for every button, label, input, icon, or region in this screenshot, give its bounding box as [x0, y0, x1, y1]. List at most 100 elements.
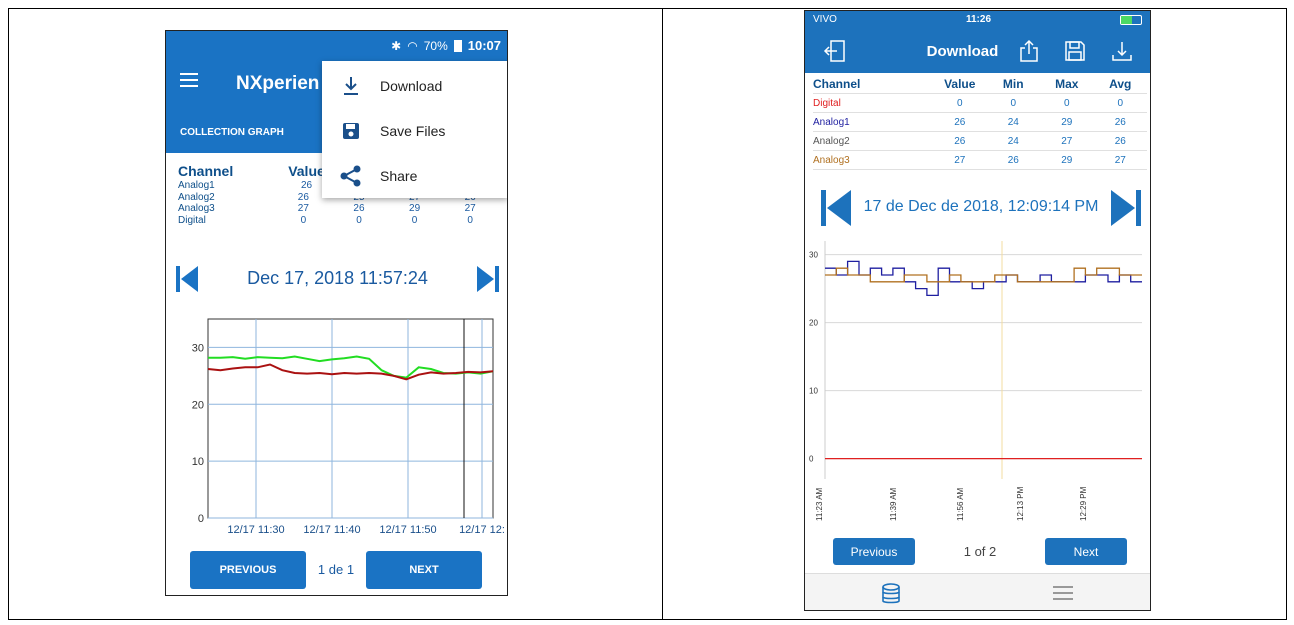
table-row: Analog3 27 26 29 27: [813, 151, 1147, 170]
status-bar: VIVO 11:26: [805, 11, 1150, 29]
previous-button[interactable]: Previous: [833, 538, 915, 565]
hamburger-menu-icon[interactable]: [180, 73, 198, 87]
y-tick-label: 20: [192, 399, 204, 411]
pagination: Previous 1 of 2 Next: [833, 538, 1127, 566]
download-icon[interactable]: [1110, 39, 1134, 63]
cell: 0: [956, 98, 963, 109]
series-line: [825, 260, 1142, 297]
y-tick-label: 10: [809, 387, 818, 396]
cell: 0: [1063, 98, 1070, 109]
menu-item-share[interactable]: Share: [322, 153, 507, 198]
database-icon[interactable]: [879, 582, 903, 606]
nav-bar: VIVO 11:26 Download: [805, 11, 1150, 73]
current-date: 17 de Dec de 2018, 12:09:14 PM: [863, 198, 1099, 215]
series-line: [825, 267, 1142, 283]
android-line-chart: 0 10 20 30 12/17 11:30 12/17 11:40 12/17 11:50…: [192, 318, 505, 536]
y-tick-label: 20: [809, 319, 818, 328]
menu-item-download[interactable]: Download: [322, 63, 507, 108]
page-indicator: 1 de 1: [317, 562, 355, 577]
menu-item-save-files[interactable]: Save Files: [322, 108, 507, 153]
tab-bar: [805, 573, 1150, 610]
share-icon[interactable]: [1017, 39, 1041, 63]
header-channel: Channel: [178, 163, 234, 179]
cell: 26: [1114, 117, 1126, 128]
next-date-icon[interactable]: [477, 266, 499, 292]
x-tick-label: 11:56 AM: [956, 487, 965, 521]
menu-icon[interactable]: [1053, 586, 1073, 602]
channel-table: Channel Value Min Max Avg Digital 0 0 0 …: [813, 75, 1147, 170]
channel-name: Analog1: [178, 180, 215, 191]
x-tick-label: 12:29 PM: [1079, 486, 1088, 521]
cell: 27: [297, 203, 309, 214]
cell: 26: [353, 203, 365, 214]
app-title: NXperience: [236, 73, 320, 94]
plot-area: [207, 318, 494, 519]
wifi-icon: ◠: [407, 38, 418, 53]
channel-name: Analog1: [813, 117, 850, 128]
screen-title: Download: [926, 43, 999, 60]
table-row: Analog3 27 26 29 27: [178, 203, 498, 215]
cell: 0: [467, 214, 473, 226]
status-time: 10:07: [467, 38, 501, 53]
ios-screen: VIVO 11:26 Download Channel Value Min Ma…: [804, 10, 1151, 611]
x-tick-label: 12/17 11:30: [227, 524, 284, 536]
table-row: Digital 0 0 0 0: [813, 94, 1147, 113]
x-tick-label: 12/17 12:: [459, 524, 505, 536]
menu-item-label: Share: [380, 167, 418, 184]
x-tick-label: 11:39 AM: [889, 487, 898, 521]
channel-name: Analog3: [813, 155, 850, 166]
header-avg: Avg: [1109, 77, 1132, 91]
save-icon: [322, 121, 380, 141]
channel-name: Digital: [813, 98, 841, 109]
cell: 29: [1061, 155, 1073, 166]
cell: 27: [464, 203, 476, 214]
cell: 24: [1007, 136, 1019, 147]
channel-name: Analog2: [813, 136, 850, 147]
x-tick-label: 12:13 PM: [1016, 486, 1025, 521]
cell: 0: [1117, 98, 1124, 109]
bluetooth-icon: ✱: [391, 38, 402, 53]
header-channel: Channel: [813, 77, 861, 91]
page-indicator: 1 of 2: [963, 544, 997, 559]
previous-button[interactable]: PREVIOUS: [190, 551, 306, 589]
x-tick-label: 12/17 11:50: [379, 524, 436, 536]
next-button[interactable]: NEXT: [366, 551, 482, 589]
menu-item-label: Save Files: [380, 122, 446, 139]
download-icon: [322, 75, 380, 97]
tab-collection-graph[interactable]: COLLECTION GRAPH: [180, 127, 284, 138]
cell: 26: [954, 136, 966, 147]
x-tick-label: 12/17 11:40: [303, 524, 360, 536]
header-min: Min: [1002, 77, 1024, 91]
menu-item-label: Download: [380, 77, 443, 94]
cell: 27: [954, 155, 966, 166]
cell: 29: [409, 203, 421, 214]
save-icon[interactable]: [1063, 39, 1087, 63]
cell: 0: [356, 214, 362, 226]
battery-icon: [1120, 15, 1142, 25]
overflow-menu: Download Save Files Share: [322, 61, 507, 198]
table-row: Digital 0 0 0 0: [178, 215, 498, 227]
cell: 27: [1061, 136, 1073, 147]
status-bar: ✱ ◠ 70% 10:07: [391, 38, 501, 53]
channel-name: Analog3: [178, 203, 215, 214]
share-icon: [322, 165, 380, 187]
table-row: Analog1 26 24 29 26: [813, 113, 1147, 132]
table-header: Channel Value Min Max Avg: [813, 75, 1147, 94]
y-tick-label: 0: [198, 513, 204, 525]
cell: 0: [411, 214, 418, 226]
panel-divider: [662, 8, 663, 620]
table-row: Analog2 26 24 27 26: [813, 132, 1147, 151]
next-button[interactable]: Next: [1045, 538, 1127, 565]
battery-icon: [453, 39, 462, 52]
next-date-icon[interactable]: [1111, 190, 1141, 226]
cell: 0: [300, 214, 307, 226]
y-tick-label: 0: [809, 455, 814, 464]
current-date: Dec 17, 2018 11:57:24: [247, 268, 428, 288]
date-navigator: 17 de Dec de 2018, 12:09:14 PM: [821, 186, 1141, 230]
header-max: Max: [1055, 77, 1079, 91]
cell: 26: [1007, 155, 1019, 166]
y-tick-label: 30: [809, 251, 818, 260]
pagination: PREVIOUS 1 de 1 NEXT: [190, 551, 486, 589]
channel-name: Digital: [178, 214, 206, 226]
channel-name: Analog2: [178, 191, 215, 203]
